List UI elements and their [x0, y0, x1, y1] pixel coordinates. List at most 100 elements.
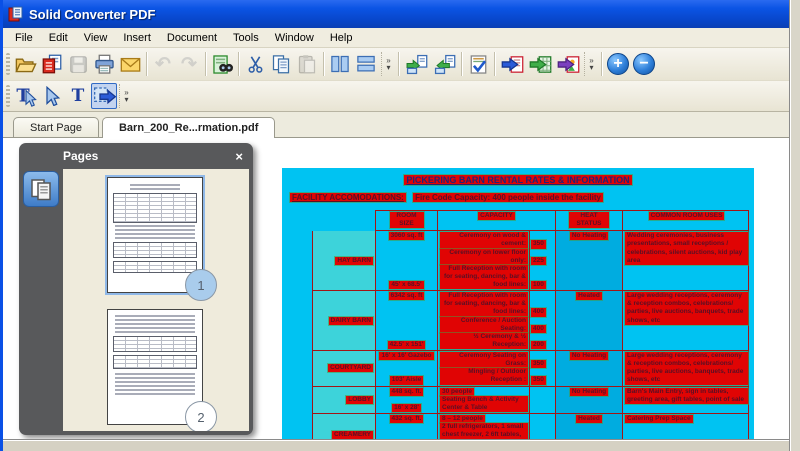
redo-button[interactable]: ↷	[176, 51, 202, 77]
app-icon	[8, 6, 24, 22]
toolbar-separator	[398, 52, 399, 76]
zoom-in-button[interactable]: +	[605, 51, 631, 77]
header-heat-status: HEAT STATUS	[556, 211, 623, 230]
document-view: PICKERING BARN RENTAL RATES & INFORMATIO…	[3, 138, 789, 439]
save-button[interactable]	[65, 51, 91, 77]
convert-to-word-button[interactable]	[498, 51, 526, 77]
convert-selection-icon	[92, 85, 116, 107]
copy-button[interactable]	[268, 51, 294, 77]
toolbar-overflow-button[interactable]: » ▾	[584, 52, 598, 76]
toolbar-overflow-button[interactable]: » ▾	[119, 84, 133, 108]
window-resize-bar[interactable]	[3, 439, 789, 451]
titlebar: Solid Converter PDF	[3, 0, 789, 28]
toolbar-separator	[205, 52, 206, 76]
toolbar-grip[interactable]	[6, 53, 10, 75]
print-button[interactable]	[91, 51, 117, 77]
page-number-badge-2: 2	[185, 401, 217, 431]
text-tool-button[interactable]: T	[65, 83, 91, 109]
save-floppy-icon	[69, 55, 88, 74]
two-page-view-button[interactable]	[327, 51, 353, 77]
table-row: LOBBY 448 sq. ft.16' x 28' 30 people Sea…	[313, 387, 748, 414]
find-binoculars-icon	[212, 54, 233, 75]
tab-document[interactable]: Barn_200_Re...rmation.pdf	[102, 117, 275, 138]
zoom-in-icon: +	[607, 53, 629, 75]
header-room-size: ROOM SIZE	[376, 211, 438, 230]
pages-panel-title: Pages	[63, 149, 98, 163]
pages-view-button[interactable]	[23, 171, 59, 207]
menu-item-tools[interactable]: Tools	[225, 29, 267, 47]
table-header-row: ROOM SIZE CAPACITY HEAT STATUS COMMON RO…	[375, 210, 749, 231]
select-text-cursor-icon: T	[15, 85, 37, 107]
paste-clipboard-icon	[297, 54, 317, 74]
menu-item-file[interactable]: File	[7, 29, 41, 47]
overflow-caret-icon: ▾	[589, 64, 593, 71]
convert-pdf-icon	[42, 54, 62, 74]
menu-item-insert[interactable]: Insert	[115, 29, 159, 47]
window-title: Solid Converter PDF	[29, 7, 155, 22]
pdf-page: PICKERING BARN RENTAL RATES & INFORMATIO…	[282, 168, 754, 439]
toolbar-separator	[146, 52, 147, 76]
find-button[interactable]	[209, 51, 235, 77]
arrow-cursor-icon	[42, 86, 62, 106]
pages-panel-header[interactable]: Pages ×	[19, 143, 253, 169]
zoom-out-icon: −	[633, 53, 655, 75]
app-window: Solid Converter PDF File Edit View Inser…	[0, 0, 789, 451]
toolbar-grip[interactable]	[6, 85, 10, 107]
facility-label: FACILITY ACCOMODATIONS:	[290, 193, 406, 202]
table-row: COURTYARD 16' x 16' Gazebo103' Aisle Cer…	[313, 351, 748, 387]
menu-item-edit[interactable]: Edit	[41, 29, 76, 47]
convert-to-excel-button[interactable]	[526, 51, 554, 77]
pages-panel: Pages ×	[19, 143, 253, 435]
toolbar-separator	[601, 52, 602, 76]
main-toolbar: ↶ ↷	[3, 48, 789, 81]
continuous-view-icon	[356, 54, 376, 74]
copy-icon	[271, 54, 291, 74]
close-icon[interactable]: ×	[235, 149, 243, 164]
overflow-caret-icon: ▾	[124, 96, 128, 103]
table-row: HAY BARN 3060 sq. ft45' x 68.5' Ceremony…	[313, 231, 748, 291]
table-row: DAIRY BARN 6342 sq. ft42.5' x 151' Full …	[313, 291, 748, 351]
select-text-tool-button[interactable]: T	[13, 83, 39, 109]
pdf-title: PICKERING BARN RENTAL RATES & INFORMATIO…	[282, 175, 754, 185]
undo-icon: ↶	[155, 55, 171, 74]
validate-button[interactable]	[465, 51, 491, 77]
pages-panel-strip	[19, 169, 63, 431]
extract-pages-button[interactable]	[430, 51, 458, 77]
page-number-badge-1: 1	[185, 269, 217, 301]
menu-item-window[interactable]: Window	[267, 29, 322, 47]
insert-pages-icon	[405, 54, 428, 75]
redo-icon: ↷	[181, 55, 197, 74]
undo-button[interactable]: ↶	[150, 51, 176, 77]
insert-pages-button[interactable]	[402, 51, 430, 77]
window-right-edge	[789, 0, 800, 451]
menu-item-view[interactable]: View	[76, 29, 116, 47]
email-envelope-icon	[120, 56, 141, 73]
tools-toolbar: T T » ▾	[3, 81, 789, 112]
table-body: HAY BARN 3060 sq. ft45' x 68.5' Ceremony…	[312, 231, 749, 439]
paste-button[interactable]	[294, 51, 320, 77]
extract-pages-icon	[433, 54, 456, 75]
cut-button[interactable]	[242, 51, 268, 77]
convert-to-image-button[interactable]	[554, 51, 582, 77]
two-page-view-icon	[330, 54, 350, 74]
toolbar-overflow-button[interactable]: » ▾	[381, 52, 395, 76]
menu-item-help[interactable]: Help	[322, 29, 361, 47]
select-tool-button[interactable]	[39, 83, 65, 109]
continuous-view-button[interactable]	[353, 51, 379, 77]
menu-item-document[interactable]: Document	[159, 29, 225, 47]
convert-pdf-button[interactable]	[39, 51, 65, 77]
convert-selection-tool-button[interactable]	[91, 83, 117, 109]
header-common-room-uses: COMMON ROOM USES	[623, 211, 750, 230]
zoom-out-button[interactable]: −	[631, 51, 657, 77]
text-tool-icon: T	[72, 86, 85, 106]
thumbnail-area[interactable]: 1 2	[63, 169, 249, 431]
convert-to-excel-icon	[529, 54, 552, 75]
toolbar-separator	[238, 52, 239, 76]
cut-scissors-icon	[246, 55, 265, 74]
pdf-subtitle: FACILITY ACCOMODATIONS: Fire Code Capaci…	[290, 193, 754, 202]
email-button[interactable]	[117, 51, 143, 77]
open-button[interactable]	[13, 51, 39, 77]
tab-start-page[interactable]: Start Page	[13, 117, 99, 137]
toolbar-separator	[461, 52, 462, 76]
convert-to-word-icon	[501, 54, 524, 75]
